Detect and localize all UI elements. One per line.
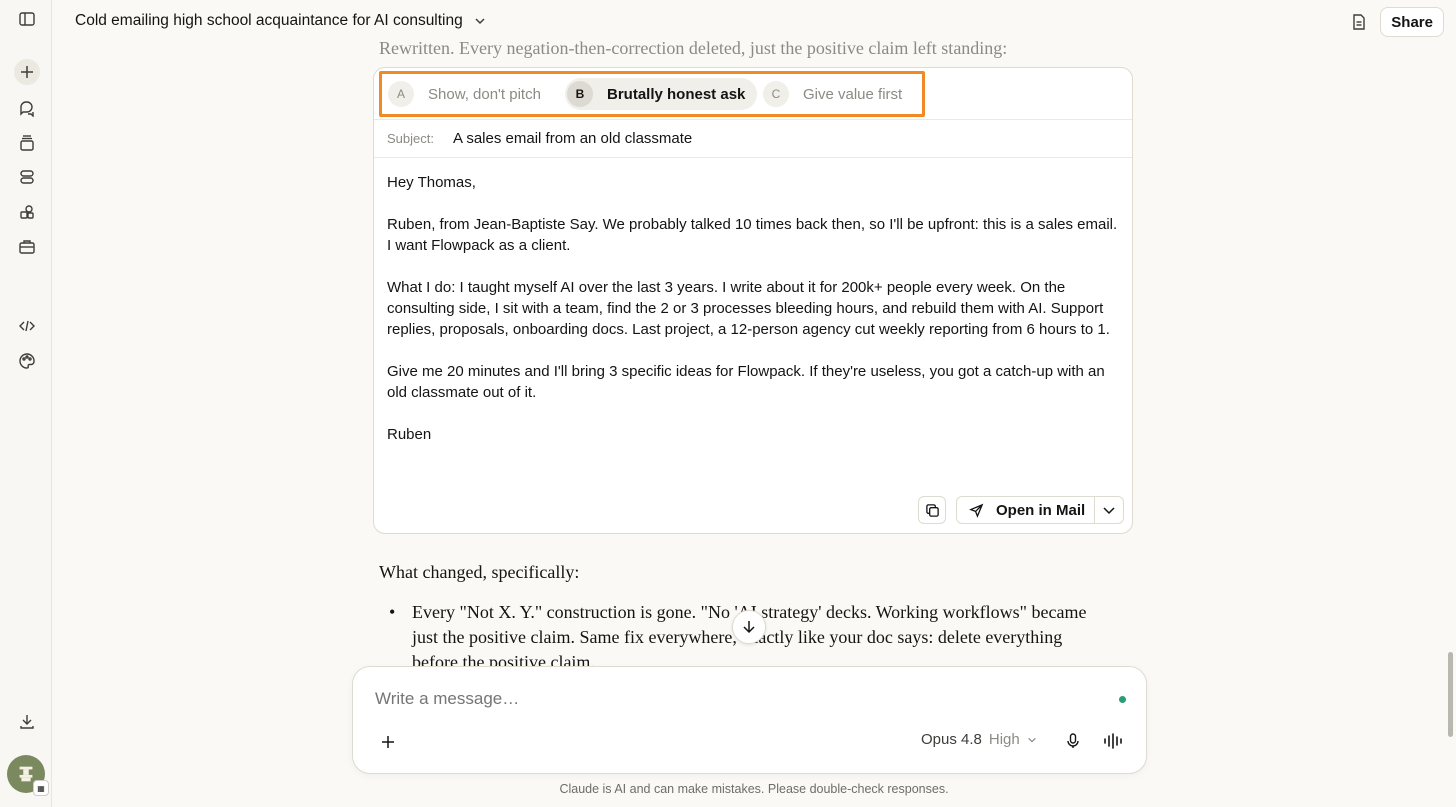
- copy-button[interactable]: [918, 496, 946, 524]
- tab-show-dont-pitch[interactable]: A Show, don't pitch: [386, 78, 553, 110]
- plus-icon: [382, 736, 394, 748]
- email-greeting: Hey Thomas,: [387, 174, 476, 191]
- subject-value[interactable]: A sales email from an old classmate: [453, 130, 692, 147]
- email-signature: Ruben: [387, 426, 432, 443]
- voice-mode-button[interactable]: [1101, 729, 1127, 753]
- send-icon: [969, 503, 984, 518]
- microphone-button[interactable]: [1061, 729, 1085, 753]
- changes-heading: What changed, specifically:: [379, 562, 580, 582]
- mail-options-dropdown[interactable]: [1095, 503, 1123, 517]
- tab-letter: B: [567, 81, 593, 107]
- open-in-mail-button-group: Open in Mail: [956, 496, 1124, 524]
- model-name: Opus 4.8: [921, 731, 982, 748]
- briefcase-icon[interactable]: [14, 234, 40, 260]
- chevron-down-icon: [475, 18, 485, 25]
- tab-letter: C: [763, 81, 789, 107]
- email-paragraph: Ruben, from Jean-Baptiste Say. We probab…: [387, 216, 1118, 254]
- preface-text: Rewritten. Every negation-then-correctio…: [379, 38, 1008, 58]
- conversation-title: Cold emailing high school acquaintance f…: [75, 12, 463, 29]
- code-icon[interactable]: [14, 313, 40, 339]
- projects-icon[interactable]: [14, 130, 40, 156]
- toggle-sidebar-icon[interactable]: [14, 6, 40, 32]
- conversation-title-menu[interactable]: Cold emailing high school acquaintance f…: [75, 12, 487, 30]
- subject-row: Subject: A sales email from an old class…: [374, 120, 1132, 158]
- tab-brutally-honest-ask[interactable]: B Brutally honest ask: [565, 78, 758, 110]
- email-paragraph: Give me 20 minutes and I'll bring 3 spec…: [387, 363, 1105, 401]
- tab-label: Brutally honest ask: [607, 85, 746, 103]
- add-attachment-button[interactable]: [375, 729, 401, 755]
- chevron-down-icon: [1103, 507, 1115, 515]
- variant-tab-bar: A Show, don't pitch B Brutally honest as…: [374, 68, 1132, 120]
- shapes-icon[interactable]: [14, 199, 40, 225]
- email-artifact: A Show, don't pitch B Brutally honest as…: [373, 67, 1133, 534]
- subject-label: Subject:: [387, 131, 434, 146]
- open-in-mail-button[interactable]: Open in Mail: [957, 497, 1096, 523]
- tab-give-value-first[interactable]: C Give value first: [761, 78, 914, 110]
- bullet-dot: •: [389, 602, 396, 622]
- chevron-down-icon: [1027, 737, 1036, 742]
- artifacts-icon[interactable]: [14, 164, 40, 190]
- palette-icon[interactable]: [14, 348, 40, 374]
- open-in-mail-label: Open in Mail: [996, 501, 1086, 519]
- new-chat-icon[interactable]: [14, 59, 40, 85]
- share-button[interactable]: Share: [1380, 7, 1444, 37]
- message-composer: Opus 4.8 High: [352, 666, 1147, 774]
- tab-label: Give value first: [803, 85, 903, 103]
- email-body[interactable]: Hey Thomas, Ruben, from Jean-Baptiste Sa…: [387, 172, 1122, 466]
- scroll-to-bottom-button[interactable]: [732, 610, 766, 644]
- message-input[interactable]: [375, 689, 1075, 709]
- tab-letter: A: [388, 81, 414, 107]
- effort-level: High: [988, 731, 1020, 748]
- email-paragraph: What I do: I taught myself AI over the l…: [387, 279, 1110, 338]
- waveform-icon: [1104, 733, 1122, 749]
- sidebar: ▦: [0, 0, 52, 807]
- chats-icon[interactable]: [14, 95, 40, 121]
- scrollbar[interactable]: [1448, 652, 1453, 737]
- download-icon[interactable]: [14, 709, 40, 735]
- tab-label: Show, don't pitch: [428, 85, 541, 103]
- microphone-icon: [1067, 733, 1079, 748]
- document-icon[interactable]: [1348, 11, 1370, 33]
- copy-icon: [925, 503, 939, 517]
- model-selector[interactable]: Opus 4.8 High: [921, 731, 1037, 748]
- status-dot: [1119, 696, 1126, 703]
- disclaimer: Claude is AI and can make mistakes. Plea…: [559, 782, 949, 796]
- arrow-down-icon: [743, 621, 755, 634]
